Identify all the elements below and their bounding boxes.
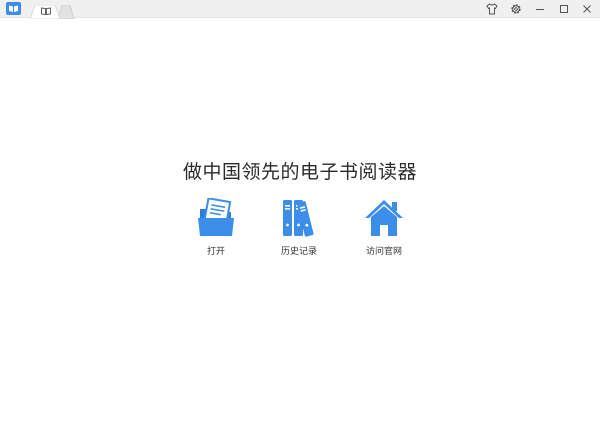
folder-icon [198,198,234,236]
open-file-button[interactable]: 打开 [181,198,251,257]
gear-icon [511,4,521,14]
open-file-label: 打开 [206,247,225,257]
minimize-button[interactable] [533,2,547,16]
visit-website-label: 访问官网 [365,247,402,257]
tab-book[interactable] [29,4,61,20]
minimize-icon [536,9,544,10]
title-bar [0,0,600,20]
slogan-heading: 做中国领先的电子书阅读器 [182,161,417,183]
close-button[interactable] [580,2,594,16]
settings-button[interactable] [509,2,523,16]
book-open-icon [41,7,51,15]
close-icon [583,5,591,13]
app-logo-icon [6,2,21,15]
shirt-icon [486,3,498,15]
books-icon [283,200,314,237]
skin-button[interactable] [485,2,499,16]
history-button[interactable]: 历史记录 [264,198,334,257]
maximize-icon [560,5,568,13]
home-icon [365,200,403,236]
maximize-button[interactable] [557,2,571,16]
visit-website-button[interactable]: 访问官网 [349,198,419,257]
history-label: 历史记录 [280,247,317,257]
